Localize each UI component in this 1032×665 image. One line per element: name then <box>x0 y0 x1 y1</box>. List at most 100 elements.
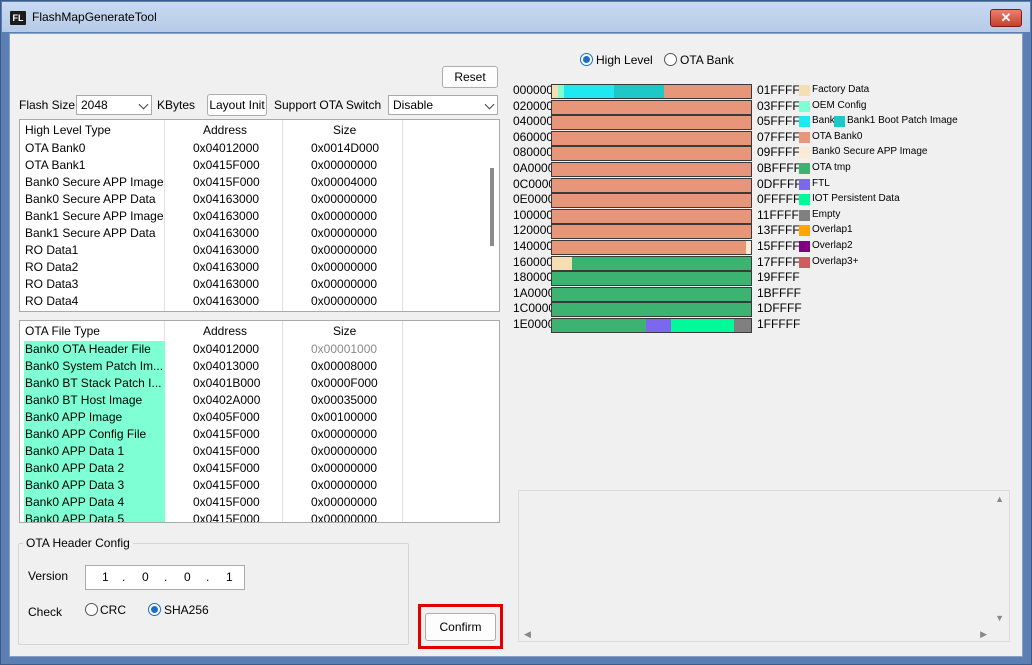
version-part: 1 <box>226 570 233 584</box>
table-row[interactable]: RO Data3 0x04163000 0x00000000 <box>20 276 490 293</box>
table-row[interactable]: Bank1 Secure APP Image 0x04163000 0x000000… <box>20 208 490 225</box>
map-segment <box>552 319 646 332</box>
table-row[interactable]: Bank1 Secure APP Data 0x04163000 0x0000000… <box>20 225 490 242</box>
legend-label: OEM Config <box>812 99 867 111</box>
cell-address: 0x04013000 <box>193 359 260 373</box>
map-segment <box>552 256 572 270</box>
version-field[interactable]: 1 . 0 . 0 . 1 <box>85 565 245 590</box>
cell-type: Bank0 Secure APP Data <box>25 192 156 206</box>
table-row[interactable]: OTA Bank0 0x04012000 0x0014D000 <box>20 140 490 157</box>
cell-address: 0x04163000 <box>193 243 260 257</box>
cell-size: 0x00100000 <box>311 410 378 424</box>
cell-type: Bank1 Secure APP Data <box>25 226 156 240</box>
scroll-up-icon[interactable]: ▲ <box>995 494 1004 504</box>
map-start-address: 040000 <box>513 114 554 129</box>
cell-size: 0x00001000 <box>311 342 378 356</box>
table-row[interactable]: Bank0 BT Stack Patch I... 0x0401B000 0x000… <box>20 375 490 392</box>
map-segment <box>552 241 746 254</box>
table-row[interactable]: Bank0 Secure APP Data 0x04163000 0x0000000… <box>20 191 490 208</box>
map-start-address: 1C0000 <box>513 301 556 316</box>
map-end-address: 03FFFF <box>757 98 800 113</box>
cell-size: 0x00000000 <box>311 444 378 458</box>
cell-type: RO Data3 <box>25 277 79 291</box>
column-header[interactable]: High Level Type <box>25 123 111 137</box>
map-start-address: 100000 <box>513 207 554 222</box>
table-row[interactable]: OTA Bank1 0x0415F000 0x00000000 <box>20 157 490 174</box>
column-header[interactable]: Address <box>203 324 247 338</box>
column-header[interactable]: Address <box>203 123 247 137</box>
cell-size: 0x0000F000 <box>311 376 378 390</box>
cell-type: OTA Bank0 <box>25 141 86 155</box>
sha256-label[interactable]: SHA256 <box>164 603 209 617</box>
ota-switch-label: Support OTA Switch <box>274 98 382 112</box>
table-row[interactable]: Bank0 BT Host Image 0x0402A000 0x00035000 <box>20 392 490 409</box>
cell-address: 0x04163000 <box>193 294 260 308</box>
log-panel[interactable]: ▲ ▼ ◀ ▶ <box>518 490 1010 642</box>
ota-header-title: OTA Header Config <box>23 536 133 550</box>
cell-size: 0x00000000 <box>311 192 378 206</box>
confirm-button[interactable]: Confirm <box>425 613 496 641</box>
table-row[interactable]: RO Data2 0x04163000 0x00000000 <box>20 259 490 276</box>
layout-init-button[interactable]: Layout Init <box>207 94 267 116</box>
scroll-down-icon[interactable]: ▼ <box>995 613 1004 623</box>
table-row[interactable]: Bank0 System Patch Im... 0x04013000 0x0000… <box>20 358 490 375</box>
map-start-address: 080000 <box>513 145 554 160</box>
map-row <box>551 286 752 302</box>
map-row <box>551 224 752 240</box>
cell-address: 0x0402A000 <box>193 393 261 407</box>
table-row[interactable]: Bank0 APP Data 1 0x0415F000 0x00000000 <box>20 443 490 460</box>
table-row[interactable]: Bank0 Secure APP Image 0x0415F000 0x000040… <box>20 174 490 191</box>
high-level-label[interactable]: High Level <box>596 53 653 67</box>
cell-address: 0x0415F000 <box>193 158 260 172</box>
map-segment <box>746 241 751 254</box>
version-dot: . <box>164 570 168 584</box>
table-row[interactable]: Bank0 APP Data 2 0x0415F000 0x00000000 <box>20 460 490 477</box>
close-button[interactable]: ✕ <box>990 9 1022 27</box>
crc-label[interactable]: CRC <box>100 603 126 617</box>
table-row[interactable]: RO Data4 0x04163000 0x00000000 <box>20 293 490 310</box>
table-row[interactable]: RO Data1 0x04163000 0x00000000 <box>20 242 490 259</box>
table-row[interactable]: Bank0 OTA Header File 0x04012000 0x0000100… <box>20 341 490 358</box>
table-row[interactable]: Bank0 APP Data 4 0x0415F000 0x00000000 <box>20 494 490 511</box>
scroll-right-icon[interactable]: ▶ <box>980 629 987 640</box>
column-header[interactable]: Size <box>333 324 356 338</box>
check-label: Check <box>28 605 63 619</box>
table-row[interactable]: Bank0 APP Data 3 0x0415F000 0x00000000 <box>20 477 490 494</box>
reset-button[interactable]: Reset <box>442 66 498 88</box>
table-row[interactable]: Bank0 APP Image 0x0405F000 0x00100000 <box>20 409 490 426</box>
chevron-down-icon <box>138 99 149 110</box>
ota-bank-radio[interactable] <box>664 53 677 66</box>
cell-size: 0x00000000 <box>311 209 378 223</box>
crc-radio[interactable] <box>85 603 98 616</box>
ota-header-group <box>18 543 409 645</box>
flash-size-select[interactable]: 2048 <box>76 95 152 115</box>
column-header[interactable]: Size <box>333 123 356 137</box>
map-end-address: 05FFFF <box>757 114 800 129</box>
legend-label: Overlap1 <box>812 224 853 236</box>
scrollbar-thumb[interactable] <box>490 168 494 246</box>
scroll-left-icon[interactable]: ◀ <box>524 629 531 640</box>
cell-size: 0x00000000 <box>311 243 378 257</box>
legend-swatch <box>799 209 810 221</box>
cell-address: 0x0415F000 <box>193 444 260 458</box>
cell-address: 0x0405F000 <box>193 410 260 424</box>
cell-size: 0x00035000 <box>311 393 378 407</box>
ota-switch-select[interactable]: Disable <box>388 95 498 115</box>
ota-switch-value: Disable <box>393 98 434 112</box>
high-level-radio[interactable] <box>580 53 593 66</box>
column-header[interactable]: OTA File Type <box>25 324 100 338</box>
table-row[interactable]: Bank0 APP Config File 0x0415F000 0x0000000… <box>20 426 490 443</box>
title-bar[interactable]: FL FlashMapGenerateTool ✕ <box>2 2 1030 32</box>
ota-bank-label[interactable]: OTA Bank <box>680 53 734 67</box>
high-level-table[interactable]: High Level Type Address Size OTA Bank0 0x… <box>19 119 500 312</box>
cell-address: 0x0415F000 <box>193 495 260 509</box>
cell-type: Bank0 APP Data 1 <box>25 444 125 458</box>
ota-file-table[interactable]: OTA File Type Address Size Bank0 OTA Hea… <box>19 320 500 523</box>
map-segment <box>646 319 671 332</box>
cell-address: 0x04163000 <box>193 260 260 274</box>
flash-size-value: 2048 <box>81 98 108 112</box>
map-row <box>551 271 752 287</box>
sha256-radio[interactable] <box>148 603 161 616</box>
window-title: FlashMapGenerateTool <box>32 10 157 24</box>
table-row[interactable]: Bank0 APP Data 5 0x0415F000 0x00000000 <box>20 511 490 522</box>
